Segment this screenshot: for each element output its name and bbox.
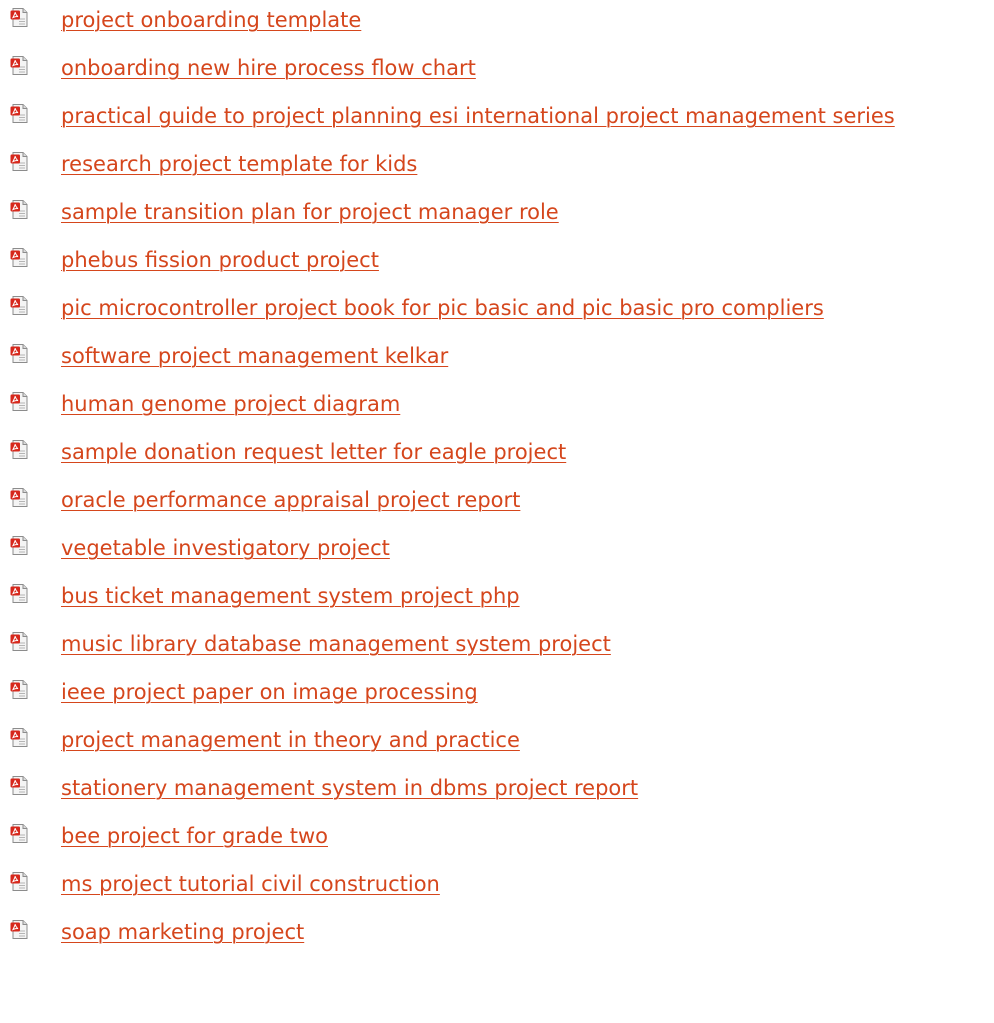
list-item: phebus fission product project <box>0 241 994 289</box>
pdf-file-icon <box>10 823 30 844</box>
document-link[interactable]: oracle performance appraisal project rep… <box>61 487 520 514</box>
pdf-link-list: project onboarding template onboarding n… <box>0 1 994 961</box>
list-item: sample donation request letter for eagle… <box>0 433 994 481</box>
list-item: research project template for kids <box>0 145 994 193</box>
document-link[interactable]: music library database management system… <box>61 631 611 658</box>
list-item: vegetable investigatory project <box>0 529 994 577</box>
list-item: stationery management system in dbms pro… <box>0 769 994 817</box>
document-link[interactable]: ieee project paper on image processing <box>61 679 478 706</box>
pdf-file-icon <box>10 151 30 172</box>
document-link[interactable]: bus ticket management system project php <box>61 583 520 610</box>
document-link[interactable]: vegetable investigatory project <box>61 535 390 562</box>
list-item: soap marketing project <box>0 913 994 961</box>
list-item: project onboarding template <box>0 1 994 49</box>
list-item: onboarding new hire process flow chart <box>0 49 994 97</box>
pdf-file-icon <box>10 919 30 940</box>
document-link[interactable]: onboarding new hire process flow chart <box>61 55 476 82</box>
list-item: ieee project paper on image processing <box>0 673 994 721</box>
document-link[interactable]: project onboarding template <box>61 7 361 34</box>
document-link[interactable]: human genome project diagram <box>61 391 400 418</box>
document-link[interactable]: ms project tutorial civil construction <box>61 871 440 898</box>
list-item: pic microcontroller project book for pic… <box>0 289 994 337</box>
document-link[interactable]: sample transition plan for project manag… <box>61 199 559 226</box>
pdf-file-icon <box>10 55 30 76</box>
pdf-file-icon <box>10 487 30 508</box>
pdf-file-icon <box>10 103 30 124</box>
list-item: practical guide to project planning esi … <box>0 97 994 145</box>
pdf-file-icon <box>10 391 30 412</box>
pdf-file-icon <box>10 7 30 28</box>
document-link[interactable]: soap marketing project <box>61 919 304 946</box>
pdf-file-icon <box>10 679 30 700</box>
pdf-file-icon <box>10 439 30 460</box>
pdf-file-icon <box>10 199 30 220</box>
pdf-file-icon <box>10 295 30 316</box>
pdf-file-icon <box>10 343 30 364</box>
document-link[interactable]: phebus fission product project <box>61 247 379 274</box>
list-item: software project management kelkar <box>0 337 994 385</box>
list-item: ms project tutorial civil construction <box>0 865 994 913</box>
list-item: oracle performance appraisal project rep… <box>0 481 994 529</box>
document-link[interactable]: stationery management system in dbms pro… <box>61 775 638 802</box>
list-item: project management in theory and practic… <box>0 721 994 769</box>
pdf-file-icon <box>10 631 30 652</box>
list-item: bus ticket management system project php <box>0 577 994 625</box>
pdf-file-icon <box>10 535 30 556</box>
pdf-file-icon <box>10 583 30 604</box>
pdf-file-icon <box>10 871 30 892</box>
pdf-file-icon <box>10 247 30 268</box>
document-link[interactable]: bee project for grade two <box>61 823 328 850</box>
list-item: bee project for grade two <box>0 817 994 865</box>
document-link[interactable]: practical guide to project planning esi … <box>61 103 895 130</box>
list-item: human genome project diagram <box>0 385 994 433</box>
list-item: sample transition plan for project manag… <box>0 193 994 241</box>
document-link[interactable]: sample donation request letter for eagle… <box>61 439 566 466</box>
pdf-file-icon <box>10 727 30 748</box>
document-link[interactable]: pic microcontroller project book for pic… <box>61 295 824 322</box>
document-link[interactable]: software project management kelkar <box>61 343 448 370</box>
document-link[interactable]: project management in theory and practic… <box>61 727 520 754</box>
pdf-file-icon <box>10 775 30 796</box>
document-link[interactable]: research project template for kids <box>61 151 417 178</box>
list-item: music library database management system… <box>0 625 994 673</box>
